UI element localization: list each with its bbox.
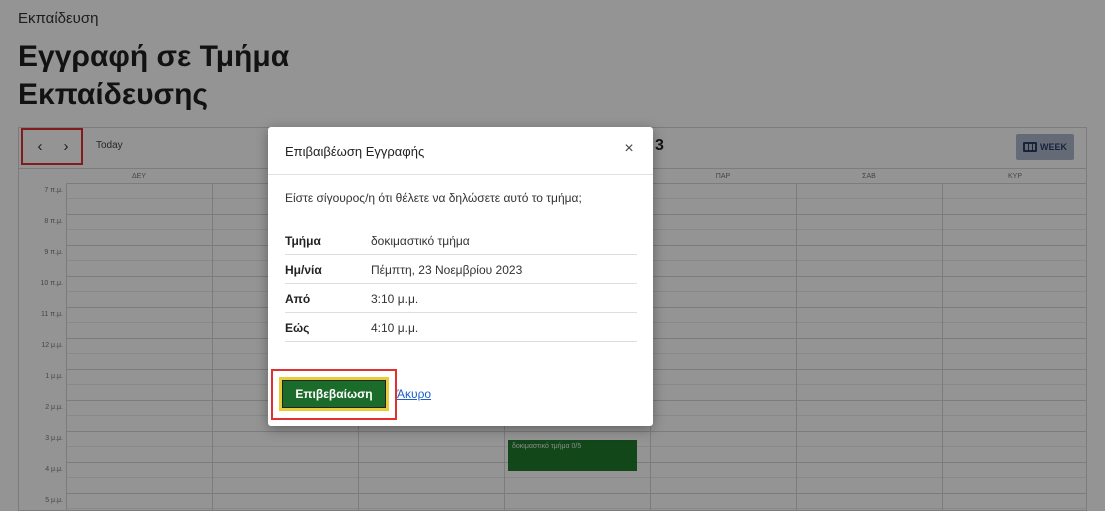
confirmation-dialog: Επιβαιβέωση Εγγραφής × Είστε σίγουρος/η … xyxy=(268,127,653,426)
page: Εκπαίδευση Εγγραφή σε Τμήμα Εκπαίδευσης … xyxy=(0,0,1105,511)
detail-value: 3:10 μ.μ. xyxy=(371,292,419,306)
enrollment-details: Τμήμα δοκιμαστικό τμήμα Ημ/νία Πέμπτη, 23 Ν… xyxy=(285,226,637,342)
cancel-link[interactable]: Άκυρο xyxy=(397,387,431,401)
dialog-title: Επιβαιβέωση Εγγραφής xyxy=(285,144,425,159)
detail-row: Εώς 4:10 μ.μ. xyxy=(285,313,637,342)
dialog-header: Επιβαιβέωση Εγγραφής × xyxy=(268,127,653,175)
detail-label: Τμήμα xyxy=(285,234,321,248)
detail-row: Τμήμα δοκιμαστικό τμήμα xyxy=(285,226,637,255)
detail-row: Από 3:10 μ.μ. xyxy=(285,284,637,313)
confirm-button[interactable]: Επιβεβαίωση xyxy=(279,377,389,411)
detail-row: Ημ/νία Πέμπτη, 23 Νοεμβρίου 2023 xyxy=(285,255,637,284)
detail-label: Ημ/νία xyxy=(285,263,322,277)
detail-value: δοκιμαστικό τμήμα xyxy=(371,234,470,248)
detail-label: Εώς xyxy=(285,321,310,335)
detail-value: 4:10 μ.μ. xyxy=(371,321,419,335)
detail-label: Από xyxy=(285,292,311,306)
detail-value: Πέμπτη, 23 Νοεμβρίου 2023 xyxy=(371,263,523,277)
close-icon[interactable]: × xyxy=(621,141,637,157)
dialog-question: Είστε σίγουρος/η ότι θέλετε να δηλώσετε … xyxy=(285,191,582,205)
